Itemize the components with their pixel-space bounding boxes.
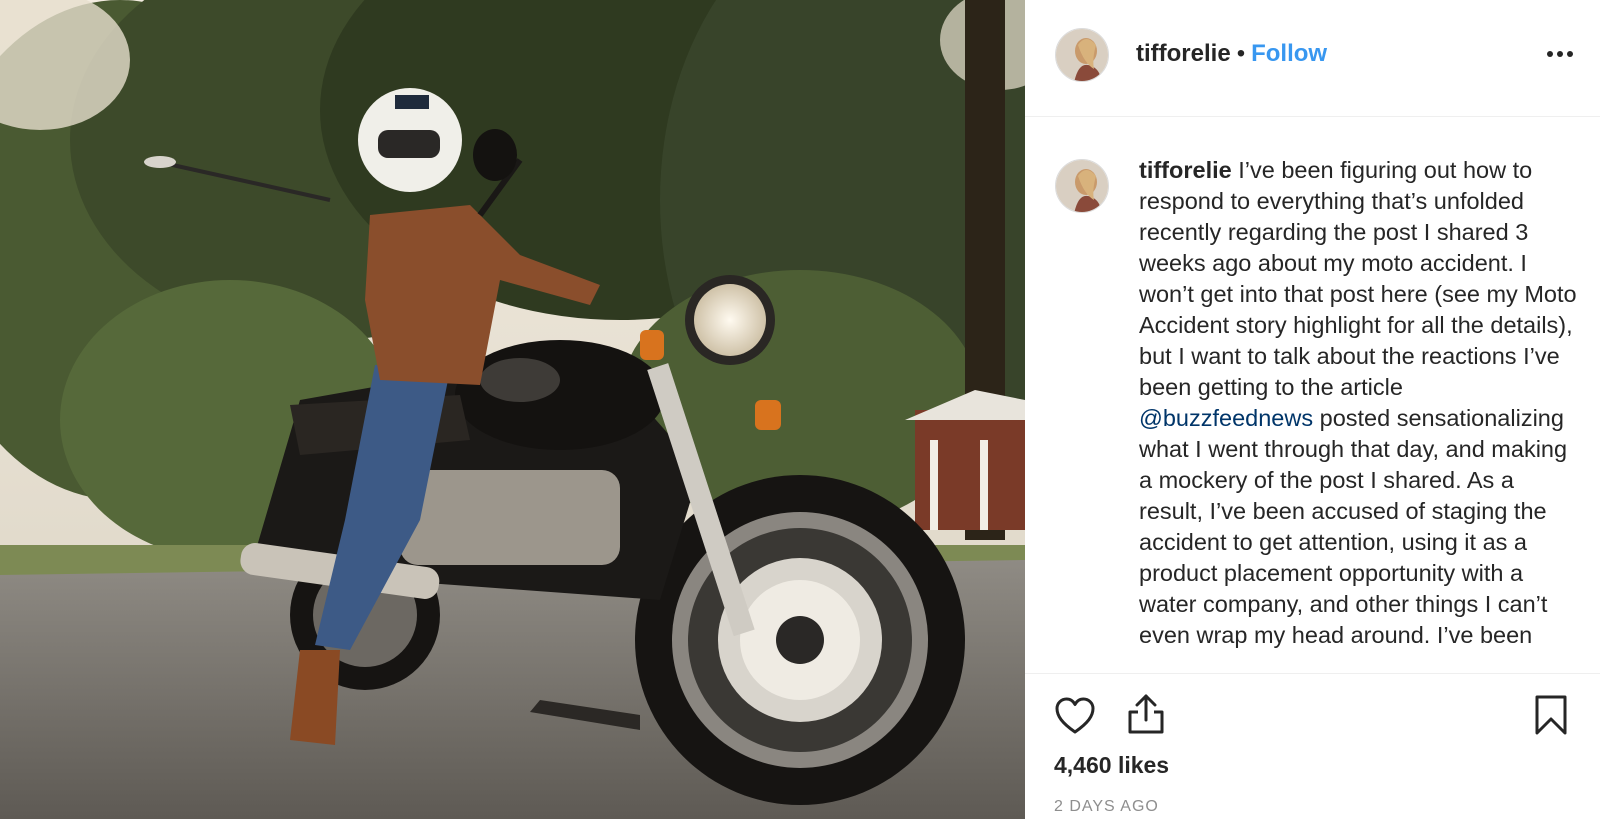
caption-text-continued: posted sensationalizing what I went thro…	[1139, 405, 1568, 648]
heart-icon[interactable]	[1054, 696, 1096, 741]
more-options-icon[interactable]	[1542, 40, 1578, 68]
caption-text: I’ve been figuring out how to respond to…	[1139, 157, 1577, 400]
motorcycle-photo	[0, 0, 1025, 819]
share-icon[interactable]	[1125, 692, 1167, 741]
caption-avatar[interactable]	[1055, 159, 1109, 213]
post-modal: tifforelie • Follow tifforelie I’ve been f…	[0, 0, 1600, 819]
likes-count[interactable]: 4,460 likes	[1054, 752, 1169, 779]
bookmark-icon[interactable]	[1533, 694, 1569, 741]
post-details-panel: tifforelie • Follow tifforelie I’ve been f…	[1025, 0, 1600, 819]
follow-button[interactable]: Follow	[1251, 40, 1327, 67]
avatar[interactable]	[1055, 28, 1109, 82]
post-actions: 4,460 likes 2 DAYS AGO	[1025, 673, 1600, 820]
separator-dot: •	[1236, 40, 1246, 67]
caption-username[interactable]: tifforelie	[1139, 157, 1232, 183]
username-link[interactable]: tifforelie	[1136, 40, 1231, 67]
post-date[interactable]: 2 DAYS AGO	[1054, 798, 1159, 816]
post-caption: tifforelie I’ve been figuring out how to…	[1139, 155, 1579, 651]
avatar-image	[1056, 160, 1108, 212]
post-header: tifforelie • Follow	[1025, 0, 1600, 117]
mention-link[interactable]: @buzzfeednews	[1139, 405, 1313, 431]
post-image[interactable]	[0, 0, 1025, 819]
header-title: tifforelie • Follow	[1136, 38, 1327, 70]
avatar-image	[1056, 29, 1108, 81]
comments-area[interactable]: tifforelie I’ve been figuring out how to…	[1025, 117, 1600, 673]
